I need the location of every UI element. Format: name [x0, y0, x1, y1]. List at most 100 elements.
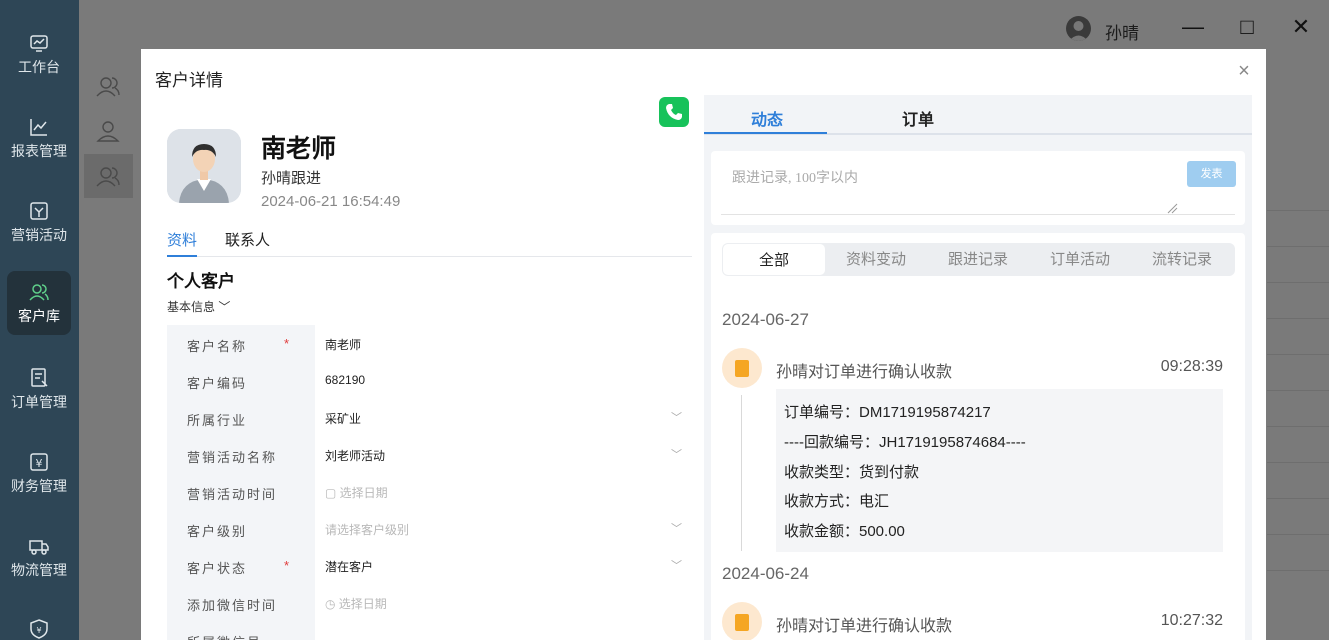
form-row-status: 客户状态 * 潜在客户 ﹀	[167, 547, 692, 584]
sidebar-item-customers[interactable]: 客户库	[7, 271, 71, 335]
minimize-button[interactable]: —	[1178, 12, 1208, 42]
field-label: 客户级别	[187, 524, 248, 539]
order-icon	[31, 368, 48, 387]
sidebar-item-campaigns[interactable]: 营销活动	[7, 190, 71, 254]
shield-icon: ¥	[30, 619, 48, 639]
filter-tab-transfer-records[interactable]: 流转记录	[1131, 243, 1233, 276]
campaign-icon	[30, 202, 48, 220]
resize-handle-icon[interactable]	[1166, 202, 1178, 214]
customer-detail-modal: 客户详情 × 南老师 孙晴跟进 2024-06-21 16:54:49 资料 联…	[141, 49, 1266, 640]
status-select[interactable]: 潜在客户	[325, 558, 373, 575]
call-button[interactable]	[659, 97, 689, 127]
field-label: 添加微信时间	[187, 598, 278, 613]
tab-activity[interactable]: 动态	[751, 106, 783, 130]
timeline-date: 2024-06-24	[722, 564, 809, 583]
field-label: 营销活动名称	[187, 450, 278, 465]
subnav-item[interactable]	[84, 154, 133, 198]
right-tabs: 动态 订单	[704, 95, 1252, 135]
campaign-date-picker[interactable]: ▢ 选择日期	[325, 484, 388, 501]
chevron-down-icon[interactable]: ﹀	[671, 520, 682, 536]
truck-icon	[29, 540, 49, 555]
sidebar-item-label: 工作台	[18, 59, 60, 75]
customer-name-input[interactable]: 南老师	[325, 336, 361, 353]
tab-contacts[interactable]: 联系人	[225, 229, 270, 250]
sidebar-item-logistics[interactable]: 物流管理	[7, 525, 71, 589]
publish-button[interactable]: 发表	[1187, 161, 1236, 187]
chart-line-icon	[30, 119, 47, 136]
event-title: 孙晴对订单进行确认收款	[776, 364, 953, 381]
left-tabs: 资料 联系人	[167, 229, 692, 257]
field-label: 客户编码	[187, 376, 248, 391]
modal-close-button[interactable]: ×	[1234, 61, 1254, 81]
field-label: 所属行业	[187, 413, 248, 428]
wechat-date-picker[interactable]: ◷ 选择日期	[325, 595, 387, 612]
sidebar-item-finance[interactable]: ¥ 财务管理	[7, 441, 71, 505]
user-avatar[interactable]	[1066, 16, 1091, 41]
sidebar-item-orders[interactable]: 订单管理	[7, 357, 71, 421]
customer-form: 客户名称 * 南老师 客户编码 682190 所属行业 采矿业 ﹀ 营销活动名称…	[167, 325, 692, 640]
campaign-select[interactable]: 刘老师活动	[325, 447, 385, 464]
phone-icon	[666, 104, 682, 120]
subnav-item[interactable]	[84, 64, 133, 108]
event-detail: 订单编号：DM1719195874217 ----回款编号：JH17191958…	[776, 389, 1223, 552]
finance-icon: ¥	[30, 453, 48, 471]
sidebar: 工作台 报表管理 营销活动 客户库 订单管理 ¥ 财务管理 物流管理 ¥	[0, 0, 79, 640]
document-icon	[735, 360, 749, 377]
svg-text:¥: ¥	[36, 626, 41, 635]
chevron-down-icon[interactable]: ﹀	[671, 557, 682, 573]
industry-select[interactable]: 采矿业	[325, 410, 361, 427]
filter-tabs: 全部 资料变动 跟进记录 订单活动 流转记录	[722, 243, 1235, 276]
event-icon	[722, 602, 762, 640]
divider	[721, 214, 1235, 215]
form-row-campaign-time: 营销活动时间 ▢ 选择日期	[167, 473, 692, 510]
filter-tab-all[interactable]: 全部	[723, 244, 825, 275]
maximize-button[interactable]: □	[1232, 12, 1262, 42]
level-select[interactable]: 请选择客户级别	[325, 521, 409, 538]
event-time: 09:28:39	[1160, 358, 1223, 375]
customer-code-input[interactable]: 682190	[325, 373, 365, 387]
event-icon	[722, 348, 762, 388]
activity-feed: 全部 资料变动 跟进记录 订单活动 流转记录 2024-06-27 孙晴对订单进…	[711, 233, 1245, 640]
filter-tab-profile-changes[interactable]: 资料变动	[825, 243, 927, 276]
filter-tab-follow-ups[interactable]: 跟进记录	[927, 243, 1029, 276]
sidebar-item-security[interactable]: ¥	[7, 608, 71, 640]
customer-name: 南老师	[261, 135, 337, 163]
tab-orders[interactable]: 订单	[902, 106, 934, 130]
field-label: 客户状态	[187, 561, 248, 576]
subnav-item[interactable]	[84, 109, 133, 153]
customer-avatar-icon	[167, 129, 241, 203]
event-time: 10:27:32	[1160, 612, 1223, 629]
filter-tab-order-activity[interactable]: 订单活动	[1029, 243, 1131, 276]
customers-icon	[29, 284, 49, 301]
sidebar-item-label: 订单管理	[11, 394, 67, 410]
sidebar-item-label: 报表管理	[11, 143, 67, 159]
sidebar-item-label: 客户库	[18, 308, 60, 324]
chevron-down-icon[interactable]: ﹀	[671, 409, 682, 425]
follow-up-box: 跟进记录, 100字以内 发表	[711, 151, 1245, 225]
form-row-industry: 所属行业 采矿业 ﹀	[167, 399, 692, 436]
form-row-level: 客户级别 请选择客户级别 ﹀	[167, 510, 692, 547]
timeline-connector	[741, 395, 742, 551]
basic-info-toggle[interactable]: 基本信息 ﹀	[167, 298, 230, 315]
tab-profile[interactable]: 资料	[167, 229, 197, 250]
required-mark: *	[284, 558, 290, 573]
sidebar-item-dashboard[interactable]: 工作台	[7, 22, 71, 86]
user-name[interactable]: 孙晴	[1105, 19, 1139, 44]
activity-panel: 动态 订单 跟进记录, 100字以内 发表 全部 资料变动 跟进记录 订单活动 …	[704, 95, 1252, 640]
tab-indicator	[704, 132, 827, 134]
field-label: 营销活动时间	[187, 487, 278, 502]
chevron-down-icon[interactable]: ﹀	[671, 446, 682, 462]
customer-avatar	[167, 129, 241, 203]
follow-up-input[interactable]: 跟进记录, 100字以内	[732, 167, 858, 187]
customer-follower: 孙晴跟进	[261, 170, 322, 187]
close-window-button[interactable]: ✕	[1286, 12, 1316, 42]
form-row-campaign-name: 营销活动名称 刘老师活动 ﹀	[167, 436, 692, 473]
sidebar-item-label: 财务管理	[11, 478, 67, 494]
field-label: 客户名称	[187, 339, 248, 354]
detail-line: ----回款编号：JH1719195874684----	[784, 434, 1026, 451]
sidebar-item-reports[interactable]: 报表管理	[7, 106, 71, 170]
form-row-wechat-time: 添加微信时间 ◷ 选择日期	[167, 584, 692, 621]
dashboard-icon	[30, 35, 48, 52]
group-icon	[96, 167, 120, 187]
document-icon	[735, 614, 749, 631]
